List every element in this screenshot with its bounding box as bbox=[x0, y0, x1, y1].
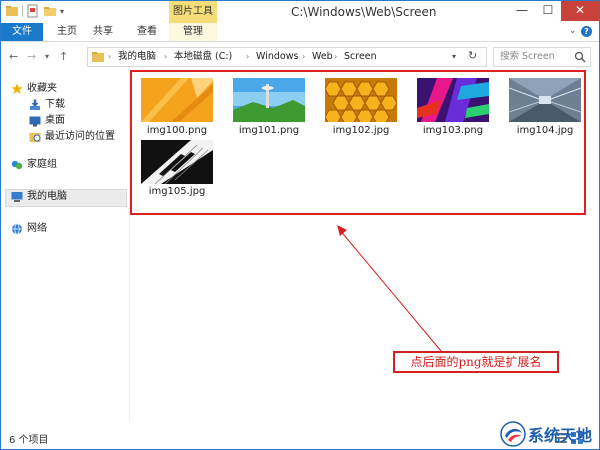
watermark-logo bbox=[500, 421, 526, 447]
context-tab-picture-tools: 图片工具 bbox=[169, 1, 217, 23]
desktop-icon bbox=[29, 116, 41, 127]
search-input[interactable]: 搜索 Screen bbox=[493, 47, 591, 67]
explorer-window: ▾ 图片工具 C:\Windows\Web\Screen — ☐ ✕ 文件 主页… bbox=[0, 0, 600, 450]
breadcrumb-separator[interactable]: › bbox=[164, 50, 167, 64]
network-icon bbox=[12, 223, 22, 235]
up-icon[interactable]: ↑ bbox=[59, 50, 68, 63]
tab-file[interactable]: 文件 bbox=[1, 23, 43, 41]
properties-icon[interactable] bbox=[26, 4, 40, 18]
breadcrumb-screen[interactable]: Screen bbox=[344, 50, 377, 64]
breadcrumb-separator[interactable]: › bbox=[108, 50, 111, 64]
expand-ribbon-icon[interactable]: ⌄ bbox=[569, 26, 577, 36]
navigation-pane: 收藏夹 下载 桌面 最近访问的位置 家庭组 我的电脑 网络 bbox=[1, 71, 129, 421]
breadcrumb-separator[interactable]: › bbox=[246, 50, 249, 64]
breadcrumb-my-computer[interactable]: 我的电脑 bbox=[118, 50, 156, 64]
computer-icon bbox=[11, 192, 23, 202]
customize-qat-icon[interactable]: ▾ bbox=[60, 7, 64, 16]
tab-home[interactable]: 主页 bbox=[49, 23, 85, 41]
annotation-label: 点后面的png就是扩展名 bbox=[393, 351, 559, 373]
tab-manage[interactable]: 管理 bbox=[169, 23, 217, 41]
sidebar-item-downloads[interactable]: 下载 bbox=[29, 97, 125, 113]
address-dropdown-icon[interactable]: ▾ bbox=[452, 50, 456, 64]
breadcrumb-web[interactable]: Web bbox=[312, 50, 333, 64]
watermark-text: 系统天地 bbox=[528, 426, 593, 445]
recent-locations-icon[interactable]: ▾ bbox=[45, 52, 49, 61]
sidebar-item-desktop[interactable]: 桌面 bbox=[29, 113, 125, 129]
breadcrumb-local-disk[interactable]: 本地磁盘 (C:) bbox=[174, 50, 232, 64]
quick-access-toolbar: ▾ bbox=[5, 4, 64, 18]
back-icon[interactable]: ← bbox=[9, 50, 18, 63]
tab-share[interactable]: 共享 bbox=[85, 23, 121, 41]
help-icon[interactable]: ? bbox=[581, 26, 592, 37]
star-icon bbox=[11, 83, 23, 94]
close-button[interactable]: ✕ bbox=[561, 1, 599, 21]
new-folder-icon[interactable] bbox=[43, 4, 57, 18]
search-placeholder: 搜索 Screen bbox=[500, 51, 555, 62]
tab-view[interactable]: 查看 bbox=[129, 23, 165, 41]
toolbar-separator bbox=[22, 5, 23, 17]
minimize-button[interactable]: — bbox=[509, 1, 535, 21]
maximize-button[interactable]: ☐ bbox=[535, 1, 561, 21]
window-title: C:\Windows\Web\Screen bbox=[291, 5, 437, 19]
breadcrumb-separator[interactable]: › bbox=[334, 50, 337, 64]
sidebar-item-favorites[interactable]: 收藏夹 bbox=[11, 81, 121, 97]
sidebar-item-network[interactable]: 网络 bbox=[11, 221, 121, 237]
sidebar-item-recent-places[interactable]: 最近访问的位置 bbox=[29, 129, 129, 145]
homegroup-icon bbox=[11, 160, 23, 170]
sidebar-item-homegroup[interactable]: 家庭组 bbox=[11, 157, 121, 173]
highlight-rectangle bbox=[130, 70, 586, 215]
folder-icon bbox=[92, 52, 104, 62]
address-row: ← → ▾ ↑ › 我的电脑 › 本地磁盘 (C:) › Windows › W… bbox=[1, 42, 599, 70]
address-bar[interactable]: › 我的电脑 › 本地磁盘 (C:) › Windows › Web › Scr… bbox=[87, 47, 487, 67]
ribbon-tabs: 文件 主页 共享 查看 管理 ⌄ ? bbox=[1, 23, 599, 42]
title-bar: ▾ 图片工具 C:\Windows\Web\Screen — ☐ ✕ bbox=[1, 1, 599, 23]
search-icon[interactable] bbox=[574, 50, 586, 64]
sidebar-item-my-computer[interactable]: 我的电脑 bbox=[11, 189, 121, 205]
breadcrumb-separator[interactable]: › bbox=[302, 50, 305, 64]
item-count: 6 个项目 bbox=[9, 435, 49, 446]
recent-places-icon bbox=[29, 133, 41, 142]
download-icon bbox=[30, 99, 40, 110]
refresh-icon[interactable]: ↻ bbox=[468, 49, 477, 63]
breadcrumb-windows[interactable]: Windows bbox=[256, 50, 298, 64]
forward-icon[interactable]: → bbox=[27, 50, 36, 63]
folder-icon[interactable] bbox=[5, 4, 19, 18]
